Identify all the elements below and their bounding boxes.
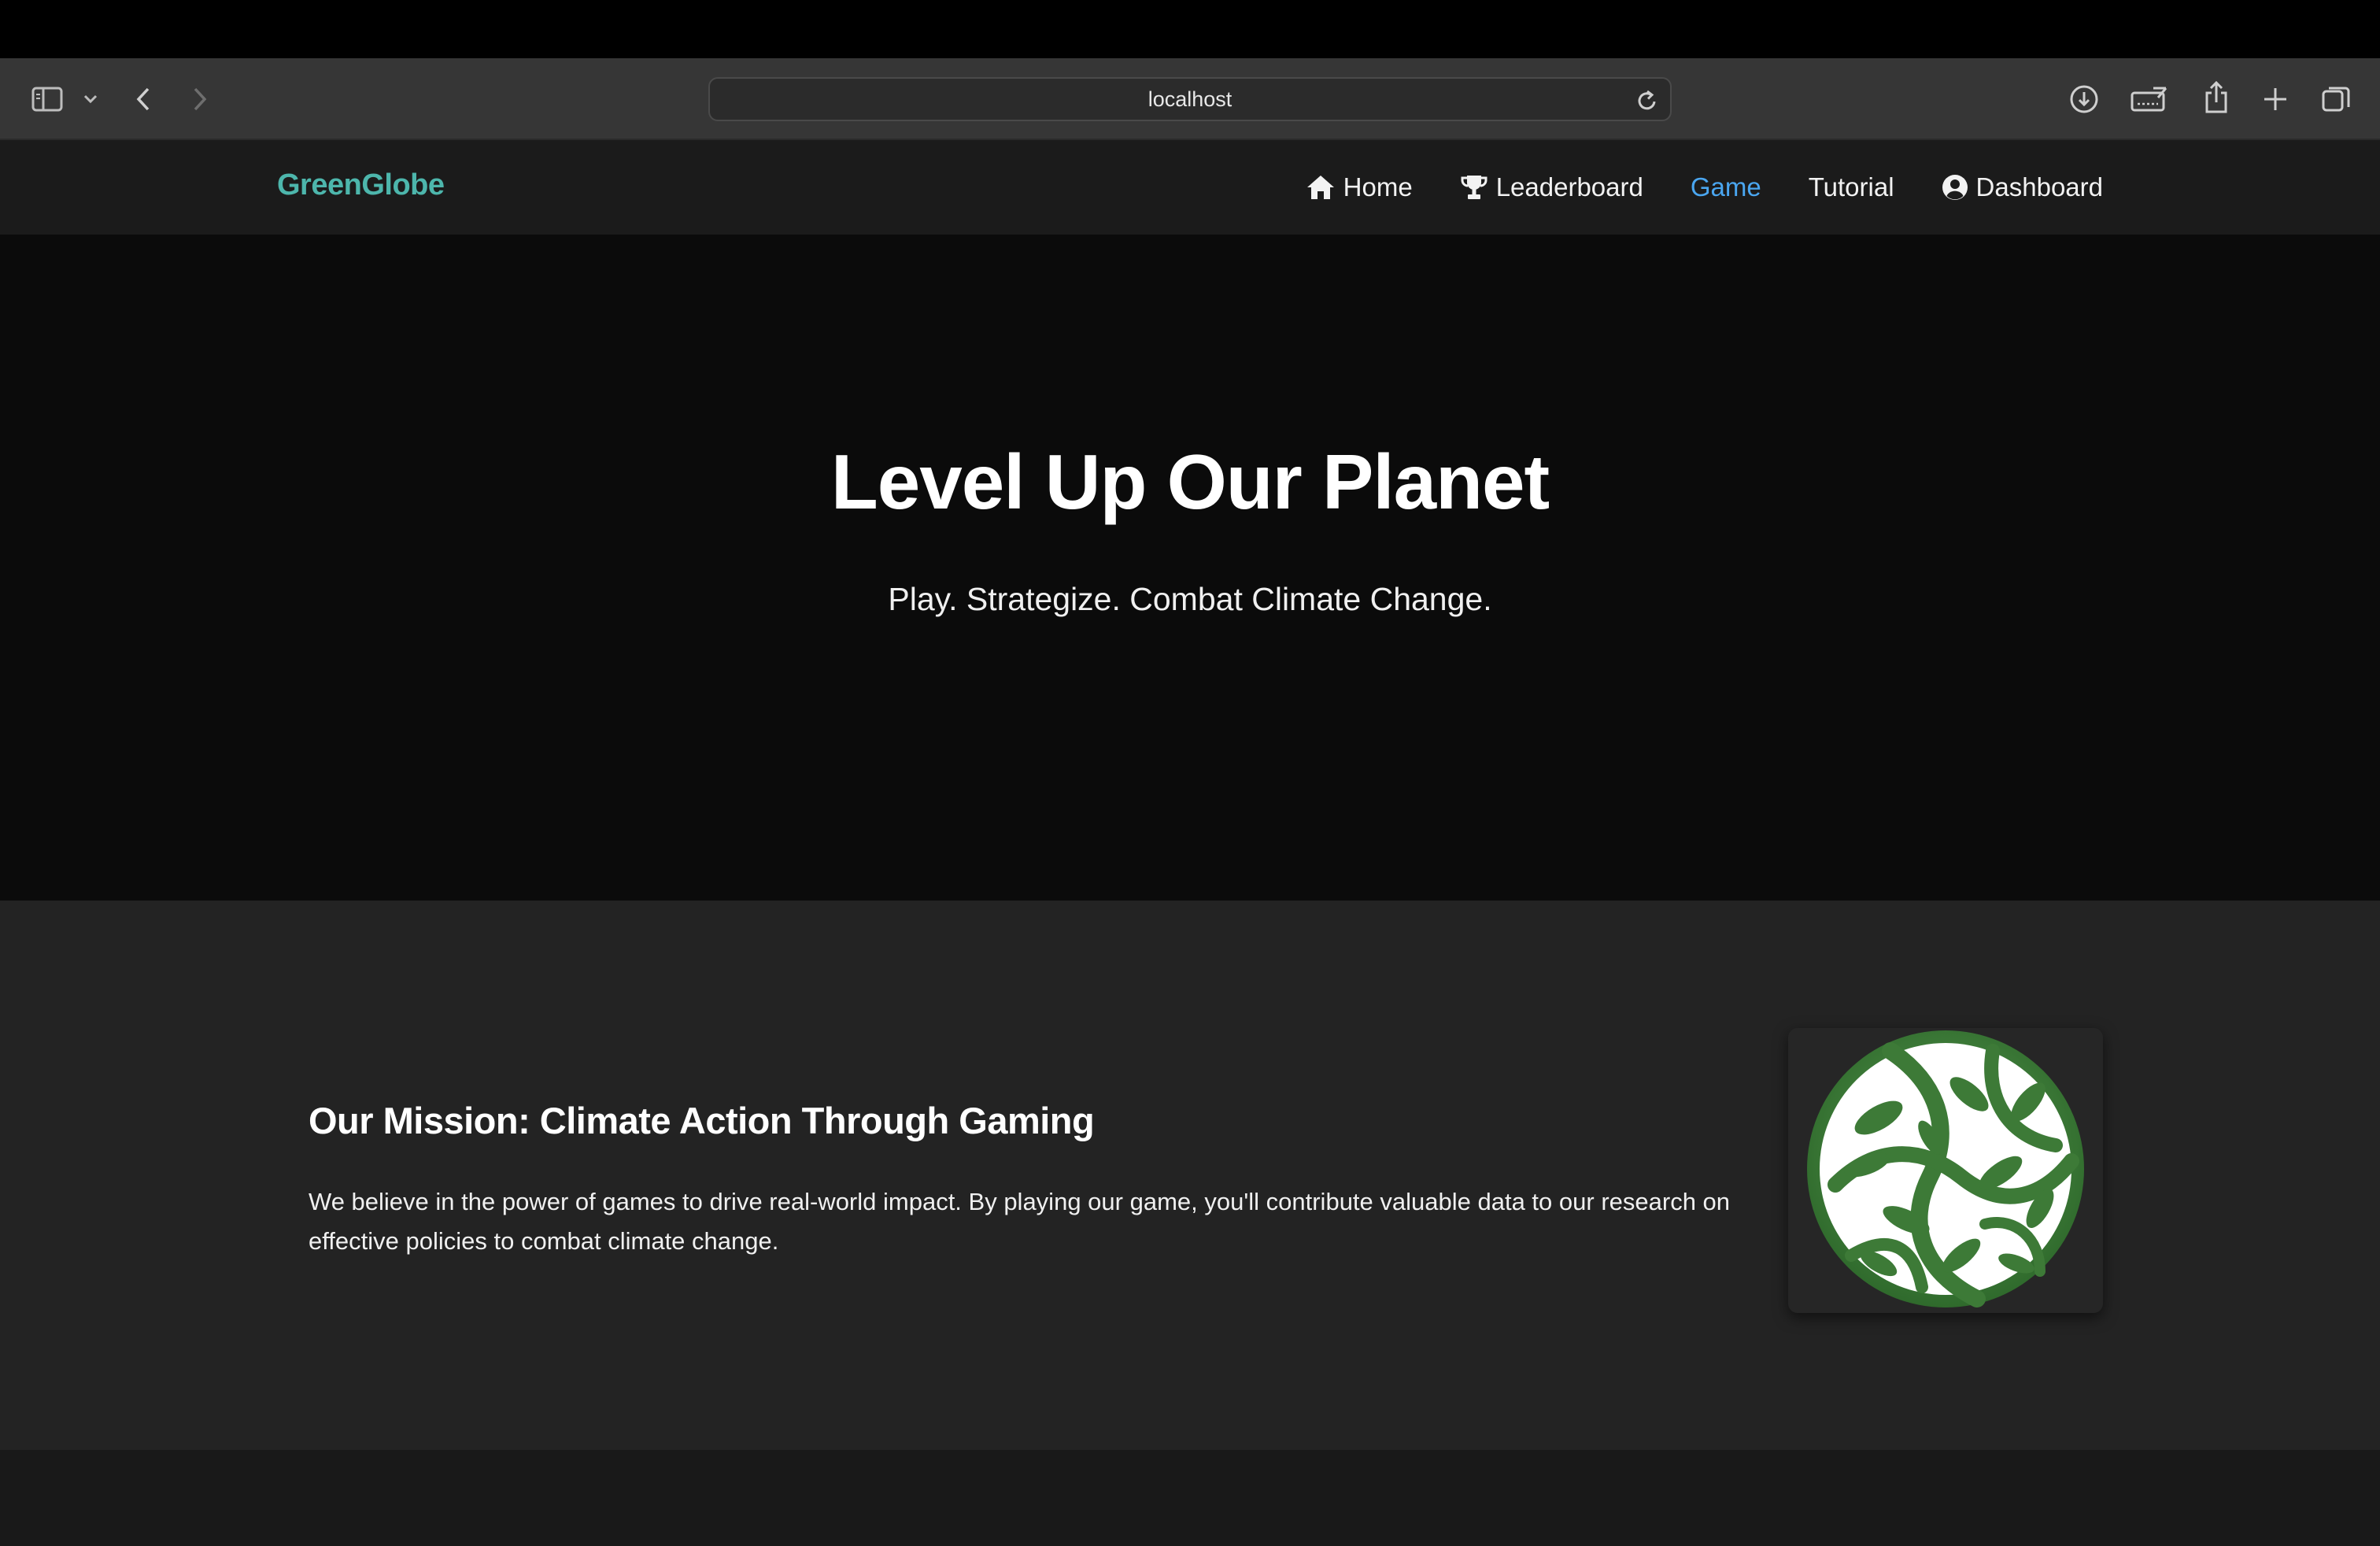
reader-keyboard-icon[interactable] bbox=[2130, 85, 2169, 113]
leaf-globe-logo-icon bbox=[1804, 1027, 2087, 1315]
tab-overview-icon[interactable] bbox=[2320, 83, 2352, 115]
user-circle-icon bbox=[1942, 174, 1968, 201]
chevron-down-icon[interactable] bbox=[82, 93, 99, 105]
trophy-icon bbox=[1460, 173, 1488, 202]
nav-link-dashboard[interactable]: Dashboard bbox=[1942, 172, 2103, 202]
mission-text: We believe in the power of games to driv… bbox=[309, 1188, 1731, 1255]
forward-icon[interactable] bbox=[187, 85, 211, 113]
nav-link-leaderboard[interactable]: Leaderboard bbox=[1460, 172, 1643, 202]
mission-title: Our Mission: Climate Action Through Gami… bbox=[309, 1100, 1095, 1141]
window-title-bar bbox=[0, 0, 2380, 58]
home-icon bbox=[1306, 174, 1336, 201]
nav-link-leaderboard-label: Leaderboard bbox=[1495, 172, 1643, 202]
hero-section: Level Up Our Planet Play. Strategize. Co… bbox=[0, 235, 2380, 901]
download-icon[interactable] bbox=[2068, 83, 2100, 115]
nav-link-dashboard-label: Dashboard bbox=[1975, 172, 2103, 202]
nav-link-home-label: Home bbox=[1343, 172, 1413, 202]
site-navbar: GreenGlobe Home Leaderboard Game Tutoria… bbox=[0, 140, 2380, 235]
share-icon[interactable] bbox=[2202, 80, 2230, 115]
nav-link-home[interactable]: Home bbox=[1306, 172, 1413, 202]
nav-link-tutorial[interactable]: Tutorial bbox=[1809, 172, 1894, 202]
address-bar[interactable]: localhost bbox=[708, 77, 1672, 121]
back-icon[interactable] bbox=[132, 85, 156, 113]
footer-strip bbox=[0, 1450, 2380, 1546]
logo-card bbox=[1788, 1028, 2103, 1313]
hero-title: Level Up Our Planet bbox=[830, 438, 1550, 525]
nav-links: Home Leaderboard Game Tutorial Dashboard bbox=[1306, 140, 2103, 235]
address-text: localhost bbox=[1148, 87, 1232, 111]
nav-link-tutorial-label: Tutorial bbox=[1808, 172, 1894, 202]
browser-toolbar: localhost bbox=[0, 58, 2380, 140]
hero-subtitle: Play. Strategize. Combat Climate Change. bbox=[888, 581, 1492, 617]
nav-link-game[interactable]: Game bbox=[1691, 172, 1761, 202]
mission-section: Our Mission: Climate Action Through Gami… bbox=[0, 901, 2380, 1450]
sidebar-toggle-icon[interactable] bbox=[31, 85, 63, 113]
brand-logo[interactable]: GreenGlobe bbox=[277, 168, 445, 202]
reload-icon[interactable] bbox=[1635, 88, 1659, 117]
new-tab-icon[interactable] bbox=[2262, 85, 2289, 113]
nav-link-game-label: Game bbox=[1690, 172, 1761, 202]
